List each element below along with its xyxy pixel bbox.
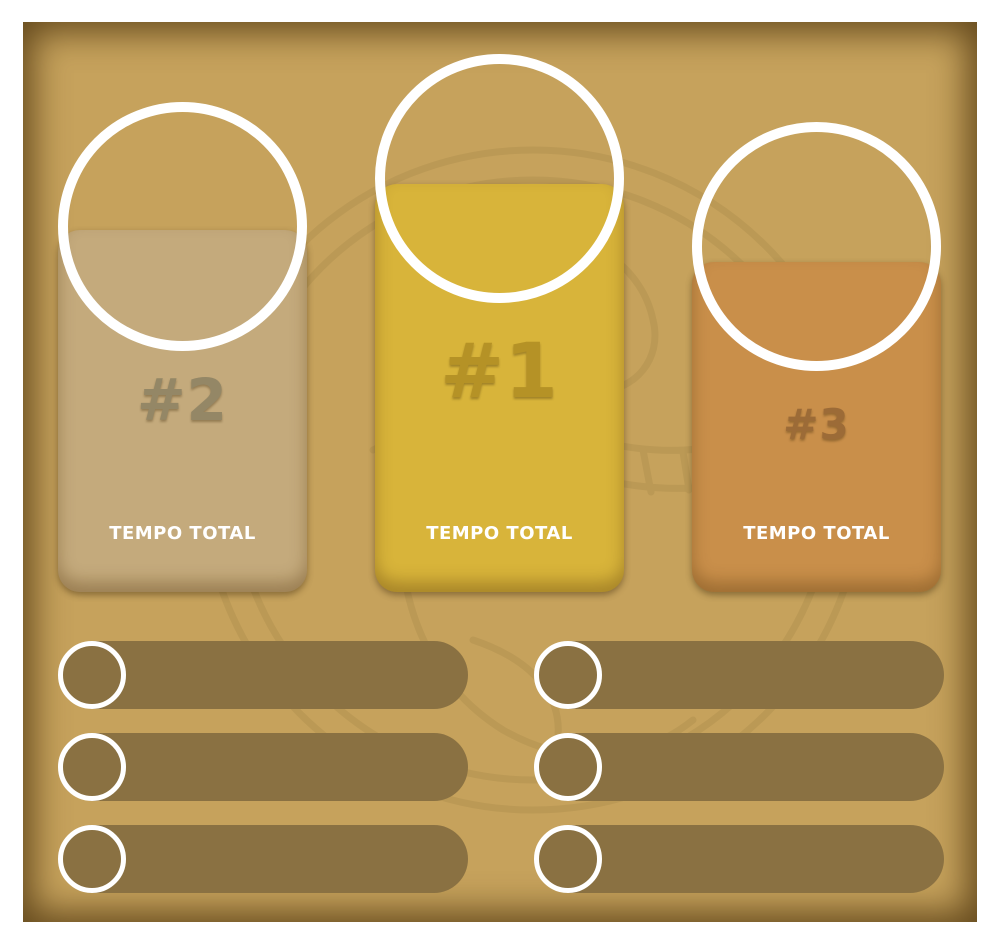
ranking-row-8[interactable] [534,733,944,801]
row-avatar-ring [534,825,602,893]
row-avatar-ring [58,825,126,893]
rank-label-second: #2 [137,366,228,434]
leaderboard-board: #2 TEMPO TOTAL #1 TEMPO TOTAL #3 TEMPO T… [23,22,977,922]
row-avatar-ring [58,733,126,801]
row-avatar-ring [534,641,602,709]
rank-label-first: #1 [440,326,559,415]
row-avatar-ring [534,733,602,801]
avatar-ring-second[interactable] [58,102,307,351]
ranking-row-5[interactable] [58,733,468,801]
rank-label-third: #3 [783,400,850,449]
avatar-ring-first[interactable] [375,54,624,303]
total-time-label-third: TEMPO TOTAL [743,523,890,544]
ranking-row-9[interactable] [534,825,944,893]
row-avatar-ring [58,641,126,709]
total-time-label-first: TEMPO TOTAL [426,523,573,544]
total-time-label-second: TEMPO TOTAL [109,523,256,544]
ranking-row-7[interactable] [534,641,944,709]
avatar-ring-third[interactable] [692,122,941,371]
ranking-row-4[interactable] [58,641,468,709]
ranking-row-6[interactable] [58,825,468,893]
